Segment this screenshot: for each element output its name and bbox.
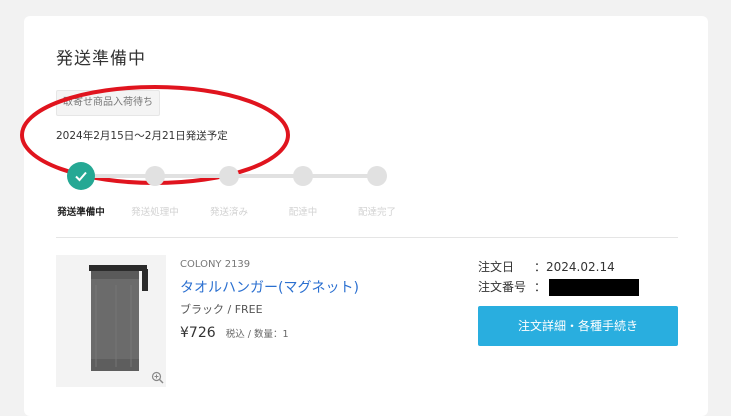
step-label-2: 発送処理中 xyxy=(131,207,179,218)
order-number-label: 注文番号 xyxy=(478,280,527,294)
product-name-link[interactable]: タオルハンガー(マグネット) xyxy=(180,277,359,297)
order-date-value: ：2024.02.14 xyxy=(534,260,615,274)
redacted-order-number xyxy=(549,279,640,296)
product-price: ¥726 xyxy=(180,325,216,341)
step-2-dot xyxy=(145,166,165,186)
price-row: ¥726 税込 / 数量：1 xyxy=(180,322,289,341)
order-details-button[interactable]: 注文詳細・各種手続き xyxy=(478,306,678,346)
zoom-in-icon[interactable] xyxy=(151,371,164,384)
price-note: 税込 / 数量：1 xyxy=(225,329,289,340)
product-image[interactable] xyxy=(56,255,166,387)
step-label-4: 配達中 xyxy=(288,207,318,218)
order-date-label: 注文日 xyxy=(478,260,515,274)
step-1-check-icon xyxy=(67,162,95,190)
step-5-dot xyxy=(367,166,387,186)
divider xyxy=(56,237,678,238)
step-label-3: 発送済み xyxy=(209,207,249,218)
order-number-separator: ： xyxy=(534,280,547,294)
order-card: 発送準備中 取寄せ商品入荷待ち 2024年2月15日～2月21日発送予定 発送準… xyxy=(20,16,708,416)
order-info: 注文日 ：2024.02.14 注文番号 ： xyxy=(478,257,640,297)
product-variant: ブラック / FREE xyxy=(180,303,263,316)
towel-hanger-image xyxy=(56,255,166,387)
product-brand: COLONY 2139 xyxy=(180,259,251,270)
step-4-dot xyxy=(293,166,313,186)
progress-tracker: 発送準備中 発送処理中 発送済み 配達中 配達完了 xyxy=(24,16,708,236)
step-label-5: 配達完了 xyxy=(357,207,397,218)
step-3-dot xyxy=(219,166,239,186)
step-label-1: 発送準備中 xyxy=(57,207,105,218)
order-number-row: 注文番号 ： xyxy=(478,277,640,297)
order-date-row: 注文日 ：2024.02.14 xyxy=(478,257,639,277)
